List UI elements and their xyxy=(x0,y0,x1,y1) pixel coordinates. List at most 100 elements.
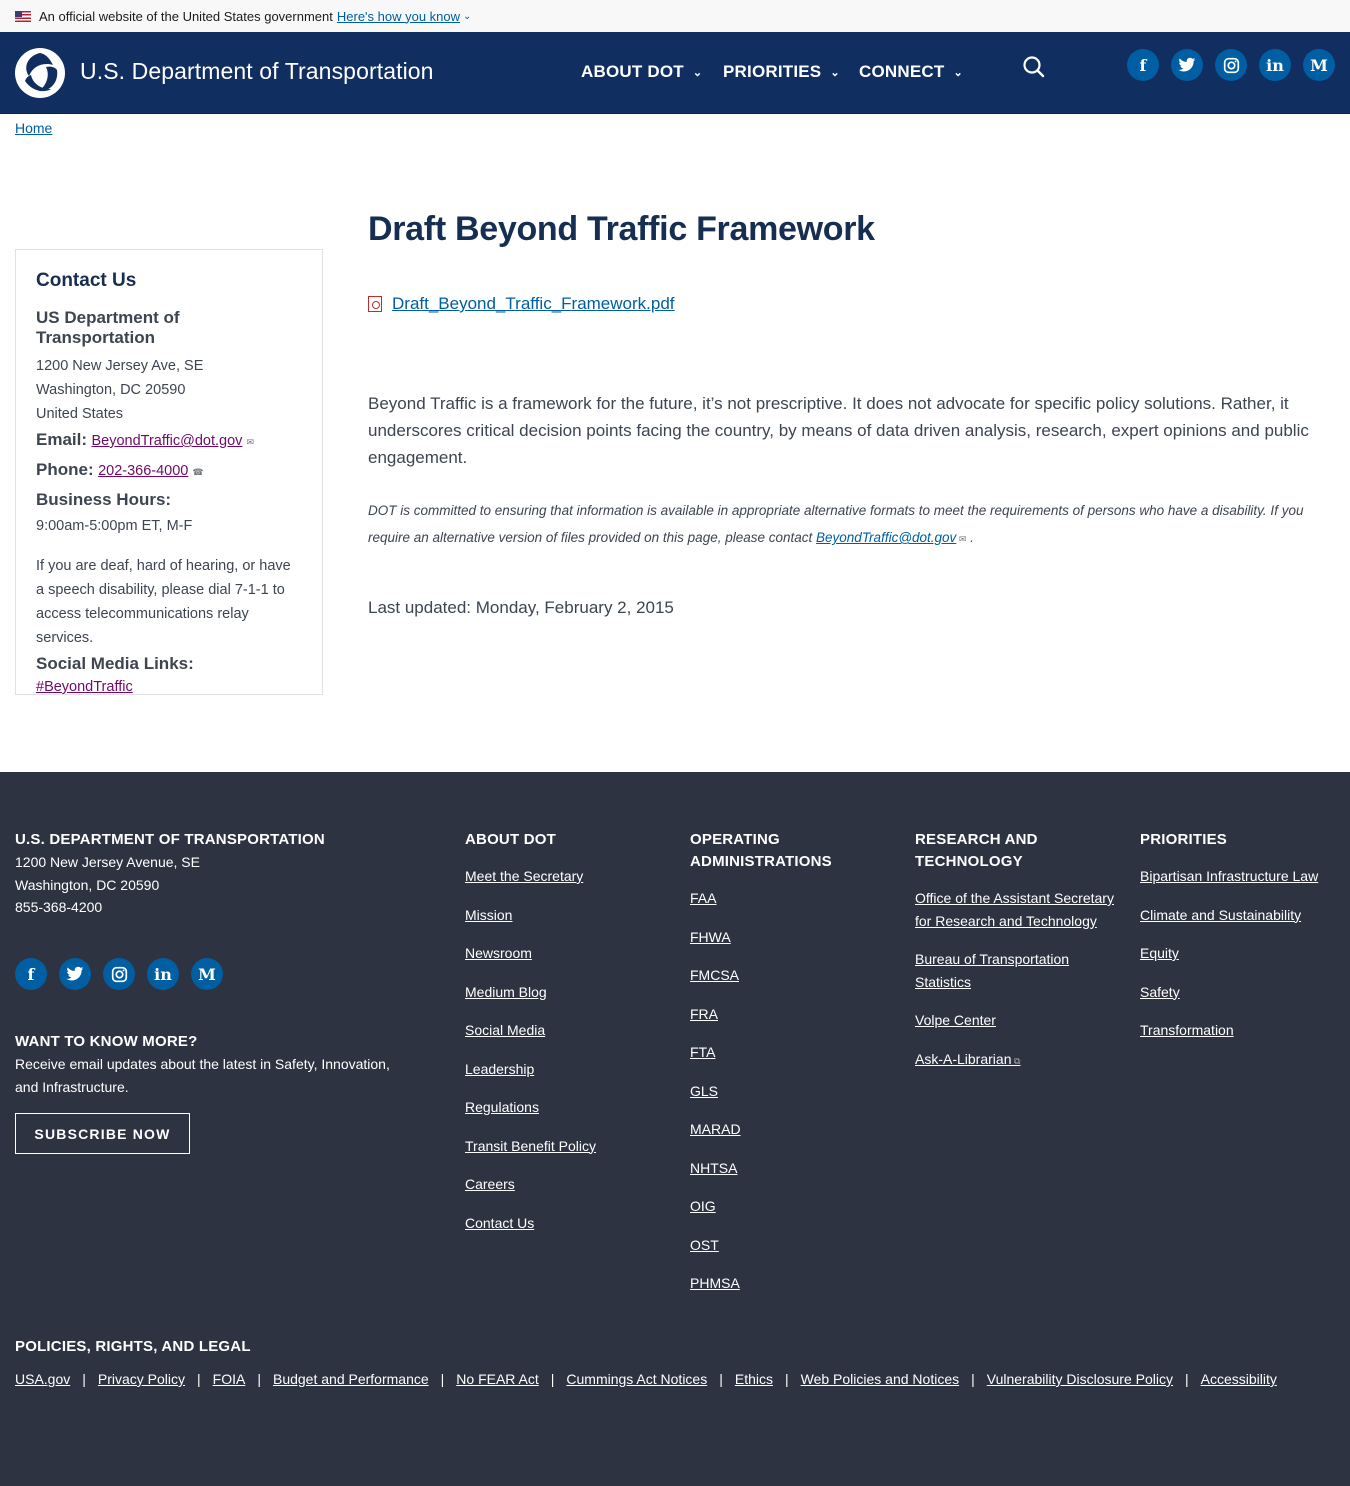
footer-link-fmcsa[interactable]: FMCSA xyxy=(690,964,890,987)
footer-link-bureau-of-transportation-statistics[interactable]: Bureau of Transportation Statistics xyxy=(915,948,1115,993)
footer-link-newsroom[interactable]: Newsroom xyxy=(465,942,665,965)
instagram-icon[interactable] xyxy=(1215,49,1247,81)
policy-link-no-fear-act[interactable]: No FEAR Act xyxy=(456,1371,538,1387)
search-icon[interactable] xyxy=(1021,54,1047,80)
footer-link-regulations[interactable]: Regulations xyxy=(465,1096,665,1119)
separator: | xyxy=(784,1371,789,1387)
policy-link-budget-and-performance[interactable]: Budget and Performance xyxy=(273,1371,429,1387)
footer-column-title: About DOT xyxy=(465,831,556,848)
tty-note: If you are deaf, hard of hearing, or hav… xyxy=(36,558,291,646)
address-line: Washington, DC 20590 xyxy=(36,382,186,398)
newsletter-text: Receive email updates about the latest i… xyxy=(15,1056,390,1095)
footer-link-climate-and-sustainability[interactable]: Climate and Sustainability xyxy=(1140,904,1345,927)
footer-link-fra[interactable]: FRA xyxy=(690,1003,890,1026)
separator: | xyxy=(82,1371,86,1387)
footer-column-title: Priorities xyxy=(1140,831,1228,848)
policy-link-cummings-act-notices[interactable]: Cummings Act Notices xyxy=(566,1371,707,1387)
phone-link[interactable]: 202-366-4000 xyxy=(98,463,188,479)
footer-link-bipartisan-infrastructure-law[interactable]: Bipartisan Infrastructure Law xyxy=(1140,865,1345,888)
twitter-icon[interactable] xyxy=(1171,49,1203,81)
nav-label: PRIORITIES xyxy=(723,62,822,81)
footer-newsletter: Want to know more? Receive email updates… xyxy=(15,1031,415,1098)
facebook-icon[interactable]: f xyxy=(15,958,47,990)
site-footer: U.S. Department of Transportation 1200 N… xyxy=(0,772,1350,1486)
footer-priorities-column: Priorities Bipartisan Infrastructure Law… xyxy=(1140,829,1345,1058)
footer-link-phmsa[interactable]: PHMSA xyxy=(690,1272,890,1295)
pdf-download-link[interactable]: Draft_Beyond_Traffic_Framework.pdf xyxy=(392,294,675,314)
footer-link-mission[interactable]: Mission xyxy=(465,904,665,927)
footer-link-equity[interactable]: Equity xyxy=(1140,942,1345,965)
footer-link-leadership[interactable]: Leadership xyxy=(465,1058,665,1081)
dot-logo-icon[interactable] xyxy=(15,48,65,98)
footer-link-medium-blog[interactable]: Medium Blog xyxy=(465,981,665,1004)
footer-link-fta[interactable]: FTA xyxy=(690,1041,890,1064)
policy-link-accessibility[interactable]: Accessibility xyxy=(1201,1371,1277,1387)
us-flag-icon xyxy=(15,10,31,22)
heres-how-you-know-link[interactable]: Here's how you know xyxy=(337,9,460,24)
footer-link-safety[interactable]: Safety xyxy=(1140,981,1345,1004)
policy-link-foia[interactable]: FOIA xyxy=(213,1371,246,1387)
facebook-icon[interactable]: f xyxy=(1127,49,1159,81)
subscribe-button[interactable]: SUBSCRIBE NOW xyxy=(15,1113,190,1154)
footer-link-contact-us[interactable]: Contact Us xyxy=(465,1212,665,1235)
footer-link-transformation[interactable]: Transformation xyxy=(1140,1019,1345,1042)
instagram-icon[interactable] xyxy=(103,958,135,990)
email-link[interactable]: BeyondTraffic@dot.gov xyxy=(91,433,242,449)
separator: | xyxy=(440,1371,445,1387)
footer-link-oig[interactable]: OIG xyxy=(690,1195,890,1218)
chevron-down-icon: ⌄ xyxy=(953,66,963,79)
hashtag-link[interactable]: #BeyondTraffic xyxy=(36,679,133,695)
policy-link-privacy-policy[interactable]: Privacy Policy xyxy=(98,1371,185,1387)
chevron-down-icon: ⌄ xyxy=(830,66,840,79)
footer-link-careers[interactable]: Careers xyxy=(465,1173,665,1196)
footer-link-nhtsa[interactable]: NHTSA xyxy=(690,1157,890,1180)
linkedin-icon[interactable]: in xyxy=(147,958,179,990)
social-label: Social Media Links: xyxy=(36,654,194,673)
footer-link-transit-benefit-policy[interactable]: Transit Benefit Policy xyxy=(465,1135,665,1158)
policy-link-usa-gov[interactable]: USA.gov xyxy=(15,1371,70,1387)
phone-icon: ☎ xyxy=(192,467,204,477)
gov-banner-text: An official website of the United States… xyxy=(39,8,333,24)
policy-link-vulnerability-disclosure-policy[interactable]: Vulnerability Disclosure Policy xyxy=(987,1371,1173,1387)
chevron-down-icon[interactable]: ⌄ xyxy=(463,11,471,22)
hours-label: Business Hours: xyxy=(36,490,172,509)
footer-phone: 855-368-4200 xyxy=(15,899,103,915)
mail-icon: ✉ xyxy=(956,534,967,544)
nav-priorities[interactable]: PRIORITIES ⌄ xyxy=(723,62,840,82)
contact-us-sidebar: Contact Us US Department of Transportati… xyxy=(15,249,323,695)
breadcrumb-home[interactable]: Home xyxy=(15,120,52,136)
footer-link-office-of-the-assistant-secretary-for-research-and-technology[interactable]: Office of the Assistant Secretary for Re… xyxy=(915,887,1115,932)
footer-link-ask-a-librarian[interactable]: Ask-A-Librarian ⧉ xyxy=(915,1048,1115,1073)
policy-link-web-policies-and-notices[interactable]: Web Policies and Notices xyxy=(801,1371,959,1387)
separator: | xyxy=(197,1371,201,1387)
note-email-link[interactable]: BeyondTraffic@dot.gov xyxy=(816,530,956,545)
research-links: Office of the Assistant Secretary for Re… xyxy=(915,887,1115,1072)
separator: | xyxy=(550,1371,555,1387)
footer-link-gls[interactable]: GLS xyxy=(690,1080,890,1103)
priorities-links: Bipartisan Infrastructure Law Climate and… xyxy=(1140,865,1345,1042)
footer-link-volpe-center[interactable]: Volpe Center xyxy=(915,1009,1115,1032)
medium-icon[interactable]: M xyxy=(191,958,223,990)
policy-link-ethics[interactable]: Ethics xyxy=(735,1371,773,1387)
note-end: . xyxy=(966,530,974,545)
footer-link-ost[interactable]: OST xyxy=(690,1234,890,1257)
twitter-icon[interactable] xyxy=(59,958,91,990)
footer-link-faa[interactable]: FAA xyxy=(690,887,890,910)
nav-connect[interactable]: CONNECT ⌄ xyxy=(859,62,963,82)
footer-link-social-media[interactable]: Social Media xyxy=(465,1019,665,1042)
separator: | xyxy=(257,1371,261,1387)
intro-paragraph: Beyond Traffic is a framework for the fu… xyxy=(368,394,1309,467)
header-social-links: f in M xyxy=(1127,49,1347,81)
medium-icon[interactable]: M xyxy=(1303,49,1335,81)
footer-link-fhwa[interactable]: FHWA xyxy=(690,926,890,949)
footer-link-marad[interactable]: MARAD xyxy=(690,1118,890,1141)
nav-label: ABOUT DOT xyxy=(581,62,684,81)
about-links: Meet the Secretary Mission Newsroom Medium … xyxy=(465,865,665,1234)
nav-about-dot[interactable]: ABOUT DOT ⌄ xyxy=(581,62,702,82)
external-link-icon: ⧉ xyxy=(1011,1055,1021,1066)
site-brand[interactable]: U.S. Department of Transportation xyxy=(80,58,434,85)
footer-link-meet-the-secretary[interactable]: Meet the Secretary xyxy=(465,865,665,888)
separator: | xyxy=(719,1371,723,1387)
footer-column-title: Research and Technology xyxy=(915,831,1038,870)
linkedin-icon[interactable]: in xyxy=(1259,49,1291,81)
